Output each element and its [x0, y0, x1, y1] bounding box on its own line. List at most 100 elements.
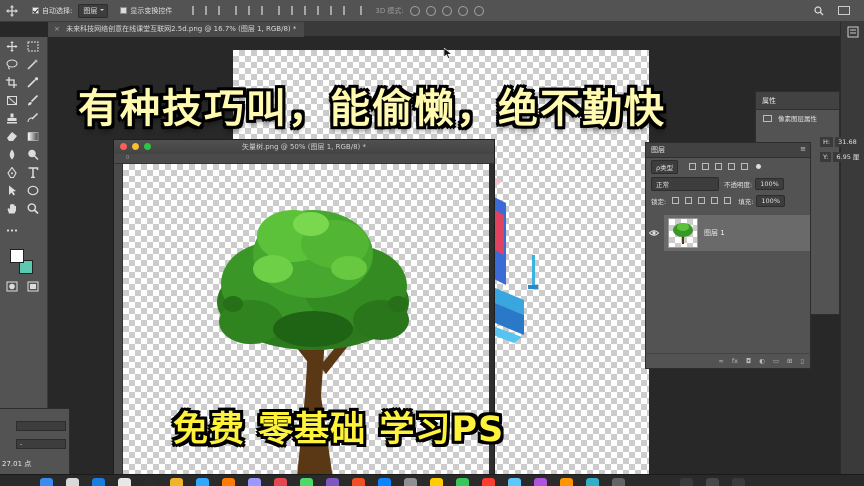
link-layers-icon[interactable]: ∞	[718, 357, 723, 365]
distribute-top-icon[interactable]	[278, 6, 287, 15]
font-family-field[interactable]	[16, 421, 66, 431]
opacity-input[interactable]: 100%	[755, 177, 784, 190]
finder-icon[interactable]	[40, 478, 53, 486]
pen-tool-icon[interactable]	[6, 167, 18, 178]
align-left-icon[interactable]	[192, 6, 201, 15]
office-icon[interactable]	[352, 478, 365, 486]
settings-icon[interactable]	[404, 478, 417, 486]
documents-stack-icon[interactable]	[706, 478, 719, 486]
filter-pixel-icon[interactable]	[689, 163, 697, 170]
layer-row[interactable]: 图层 1	[664, 215, 810, 251]
quick-mask-icon[interactable]	[6, 281, 18, 292]
distribute-right-icon[interactable]	[343, 6, 352, 15]
new-group-icon[interactable]: ▭	[773, 357, 779, 365]
maps-icon[interactable]	[586, 478, 599, 486]
zoom-tool-icon[interactable]	[27, 203, 39, 214]
premiere-icon[interactable]	[248, 478, 261, 486]
crop-tool-icon[interactable]	[6, 77, 18, 88]
auto-select-target-dropdown[interactable]: 图层	[78, 3, 109, 18]
window-zoom-icon[interactable]	[144, 143, 151, 150]
podcasts-icon[interactable]	[534, 478, 547, 486]
blend-mode-dropdown[interactable]: 正常	[651, 176, 719, 191]
history-panel-icon[interactable]	[847, 26, 859, 38]
adjustment-layer-icon[interactable]: ◐	[759, 357, 765, 365]
illustrator-icon[interactable]	[222, 478, 235, 486]
foreground-color-swatch[interactable]	[10, 249, 24, 263]
marquee-tool-icon[interactable]	[27, 41, 39, 52]
roll-3d-icon[interactable]	[425, 5, 436, 16]
filter-smart-object-icon[interactable]	[741, 163, 749, 170]
layer-style-icon[interactable]: fx	[732, 357, 738, 365]
distribute-center-icon[interactable]	[330, 6, 339, 15]
lock-transparency-icon[interactable]	[672, 197, 680, 204]
calendar-icon[interactable]	[482, 478, 495, 486]
notes-icon[interactable]	[170, 478, 183, 486]
height-value[interactable]: 31.68	[835, 137, 860, 147]
workspace-switcher-icon[interactable]	[838, 6, 850, 15]
type-tool-icon[interactable]	[27, 167, 39, 178]
downloads-stack-icon[interactable]	[680, 478, 693, 486]
books-icon[interactable]	[560, 478, 573, 486]
eyedropper-icon[interactable]	[27, 77, 39, 88]
dodge-tool-icon[interactable]	[27, 149, 39, 160]
eye-visibility-icon[interactable]	[649, 228, 659, 238]
add-mask-icon[interactable]: ◘	[746, 357, 751, 365]
lasso-tool-icon[interactable]	[6, 59, 18, 70]
filter-toggle-icon[interactable]	[756, 164, 762, 169]
messages-icon[interactable]	[300, 478, 313, 486]
align-right-icon[interactable]	[218, 6, 227, 15]
auto-select-checkbox[interactable]: 自动选择:	[32, 6, 72, 16]
mail-icon[interactable]	[508, 478, 521, 486]
font-size-field[interactable]: 27.01 点	[2, 459, 62, 470]
floating-window-titlebar[interactable]: 矢量树.png @ 50% (图层 1, RGB/8) *	[114, 140, 494, 154]
panel-menu-icon[interactable]: ≡	[800, 146, 806, 153]
pan-3d-icon[interactable]	[441, 5, 452, 16]
music-icon[interactable]	[274, 478, 287, 486]
more-tools-icon[interactable]	[6, 225, 18, 236]
orbit-3d-icon[interactable]	[409, 5, 420, 16]
move-tool-preset[interactable]	[6, 4, 18, 17]
scale-3d-icon[interactable]	[473, 5, 484, 16]
hand-tool-icon[interactable]	[6, 203, 18, 214]
document-tab[interactable]: × 未来科技网络创意在线课堂互联网2.5d.png @ 16.7% (图层 1,…	[48, 22, 305, 37]
safari-icon[interactable]	[92, 478, 105, 486]
slide-3d-icon[interactable]	[457, 5, 468, 16]
app-store-icon[interactable]	[378, 478, 391, 486]
distribute-bottom-icon[interactable]	[304, 6, 313, 15]
layer-name[interactable]: 图层 1	[704, 228, 725, 238]
history-brush-icon[interactable]	[27, 113, 39, 124]
wechat-icon[interactable]	[456, 478, 469, 486]
y-field[interactable]: Y: 6.95 厘	[820, 150, 864, 165]
folder-icon[interactable]	[430, 478, 443, 486]
new-layer-icon[interactable]: ⊞	[787, 357, 792, 365]
filter-type-icon[interactable]	[715, 163, 723, 170]
trash-icon[interactable]	[732, 478, 745, 486]
shape-tool-icon[interactable]	[27, 185, 39, 196]
magic-wand-icon[interactable]	[27, 59, 39, 70]
height-field[interactable]: H: 31.68	[820, 135, 864, 150]
lock-pixels-icon[interactable]	[685, 197, 693, 204]
brush-tool-icon[interactable]	[27, 95, 39, 106]
terminal-icon[interactable]	[144, 478, 157, 486]
screen-mode-icon[interactable]	[27, 281, 39, 292]
lock-position-icon[interactable]	[698, 197, 706, 204]
align-bottom-icon[interactable]	[261, 6, 270, 15]
preview-icon[interactable]	[612, 478, 625, 486]
y-value[interactable]: 6.95 厘	[833, 152, 863, 162]
lock-artboard-icon[interactable]	[711, 197, 719, 204]
font-style-field[interactable]: -	[16, 439, 66, 449]
gradient-icon[interactable]	[27, 131, 39, 142]
frame-tool-icon[interactable]	[6, 95, 18, 106]
horizontal-ruler[interactable]: 0	[114, 154, 494, 164]
move-tool-icon[interactable]	[6, 41, 18, 52]
align-top-icon[interactable]	[235, 6, 244, 15]
eraser-icon[interactable]	[6, 131, 18, 142]
distribute-left-icon[interactable]	[317, 6, 326, 15]
align-middle-icon[interactable]	[248, 6, 257, 15]
chrome-icon[interactable]	[118, 478, 131, 486]
window-minimize-icon[interactable]	[132, 143, 139, 150]
blur-tool-icon[interactable]	[6, 149, 18, 160]
distribute-middle-icon[interactable]	[291, 6, 300, 15]
tab-close-icon[interactable]: ×	[54, 25, 60, 33]
filter-shape-icon[interactable]	[728, 163, 736, 170]
